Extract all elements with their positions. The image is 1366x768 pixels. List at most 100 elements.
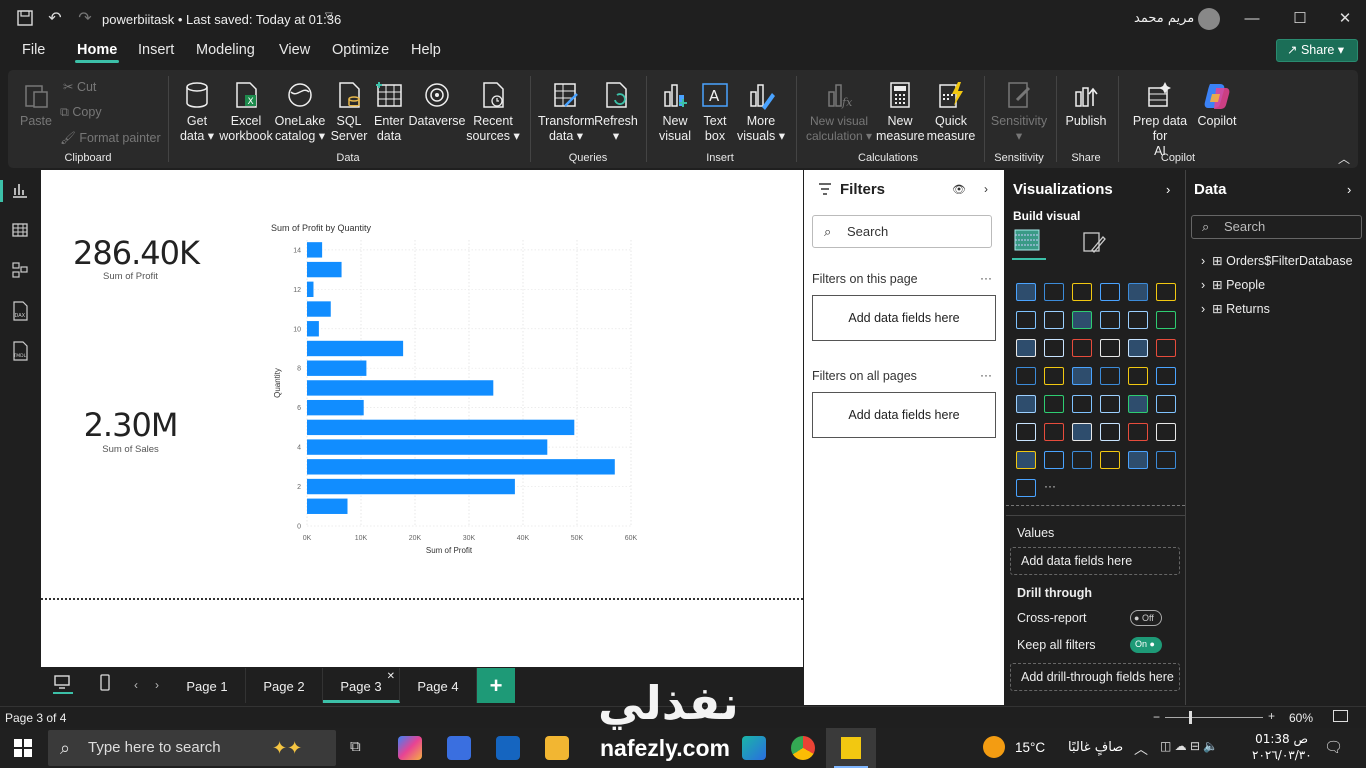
chevron-down-icon[interactable]: ▽ — [325, 11, 333, 22]
card-icon[interactable] — [1156, 367, 1176, 385]
menu-insert[interactable]: Insert — [138, 42, 174, 58]
r-visual-icon[interactable] — [1128, 395, 1148, 413]
excel-workbook-button[interactable]: X Excel workbook — [218, 80, 274, 144]
treemap-icon[interactable] — [1016, 367, 1036, 385]
tab-page-3[interactable]: Page 3 ✕ — [323, 668, 400, 703]
power-automate-icon[interactable] — [1016, 479, 1036, 497]
stacked-area-icon[interactable] — [1072, 311, 1092, 329]
new-visual-calculation-button[interactable]: fx New visual calculation ▾ — [802, 80, 876, 144]
add-page-button[interactable]: + — [477, 668, 515, 703]
page-filters-drop-zone[interactable]: Add data fields here — [812, 295, 996, 341]
collapse-ribbon-icon[interactable]: ︿ — [1338, 150, 1350, 167]
prep-data-for-ai-button[interactable]: Prep data for AI — [1124, 80, 1196, 159]
format-visual-tab[interactable] — [1080, 228, 1110, 258]
menu-file[interactable]: File — [22, 42, 45, 58]
chevron-up-icon[interactable]: ︿ — [1134, 739, 1148, 759]
collapse-filters-icon[interactable]: › — [984, 182, 988, 196]
refresh-button[interactable]: Refresh ▾ — [594, 80, 638, 144]
paste-button[interactable]: Paste — [18, 80, 54, 129]
powerbi-taskbar-button[interactable] — [826, 728, 876, 768]
collapse-viz-icon[interactable]: › — [1166, 182, 1170, 197]
copy-button[interactable]: ⧉ Copy — [60, 105, 102, 120]
prev-page-icon[interactable]: ‹ — [134, 678, 138, 692]
new-measure-button[interactable]: New measure — [876, 80, 925, 144]
minimize-icon[interactable]: — — [1237, 8, 1267, 30]
publish-button[interactable]: Publish — [1062, 80, 1110, 129]
clustered-column-icon[interactable] — [1100, 283, 1120, 301]
copilot-app-icon[interactable] — [398, 736, 422, 760]
menu-home[interactable]: Home — [74, 42, 120, 63]
window-title[interactable]: powerbiitask • Last saved: Today at 01:3… — [102, 12, 341, 27]
100-column-icon[interactable] — [1156, 283, 1176, 301]
zoom-slider[interactable] — [1165, 717, 1263, 718]
next-page-icon[interactable]: › — [155, 678, 159, 692]
ribbon-icon[interactable] — [1016, 339, 1036, 357]
build-visual-tab[interactable] — [1012, 226, 1046, 260]
table-icon[interactable] — [1072, 395, 1092, 413]
decomposition-tree-icon[interactable] — [1044, 423, 1064, 441]
stacked-column-icon[interactable] — [1044, 283, 1064, 301]
azure-map-icon[interactable] — [1100, 367, 1120, 385]
menu-optimize[interactable]: Optimize — [332, 42, 389, 58]
taskbar-search-input[interactable]: ⌕ Type here to search ✦✦ — [48, 730, 336, 766]
maximize-icon[interactable]: ☐ — [1285, 8, 1315, 30]
enter-data-button[interactable]: Enter data — [370, 80, 408, 144]
drill-through-drop-zone[interactable]: Add drill-through fields here — [1010, 663, 1180, 691]
new-visual-button[interactable]: New visual — [656, 80, 694, 144]
image-icon[interactable] — [1128, 451, 1148, 469]
desktop-layout-icon[interactable] — [53, 674, 73, 694]
redo-icon[interactable]: ↷ — [75, 9, 95, 29]
undo-icon[interactable]: ↶ — [45, 9, 65, 29]
more-options-icon[interactable]: ··· — [980, 271, 992, 285]
format-painter-button[interactable]: 🖌 Format painter — [60, 131, 161, 146]
chrome-app-icon[interactable] — [791, 736, 815, 760]
store-app-icon[interactable] — [447, 736, 471, 760]
report-view-icon[interactable] — [10, 181, 30, 201]
more-visuals-icon[interactable]: ··· — [1044, 479, 1056, 493]
matrix-icon[interactable] — [1100, 395, 1120, 413]
cross-report-toggle[interactable]: ● Off — [1130, 610, 1162, 626]
model-view-icon[interactable] — [10, 261, 30, 281]
funnel-icon[interactable] — [1072, 339, 1092, 357]
sensitivity-button[interactable]: Sensitivity ▾ — [990, 80, 1048, 144]
close-tab-icon[interactable]: ✕ — [387, 658, 395, 695]
table-item-people[interactable]: › ⊞ People — [1201, 277, 1265, 292]
more-options-icon[interactable]: ··· — [980, 368, 992, 382]
stacked-bar-icon[interactable] — [1016, 283, 1036, 301]
slicer-icon[interactable] — [1044, 395, 1064, 413]
text-box-button[interactable]: A Text box — [696, 80, 734, 144]
python-visual-icon[interactable] — [1156, 395, 1176, 413]
key-influencers-icon[interactable] — [1016, 423, 1036, 441]
dax-query-view-icon[interactable]: DAX — [10, 301, 30, 321]
keep-all-filters-toggle[interactable]: On ● — [1130, 637, 1162, 653]
file-explorer-icon[interactable] — [545, 736, 569, 760]
menu-modeling[interactable]: Modeling — [196, 42, 255, 58]
outlook-app-icon[interactable] — [496, 736, 520, 760]
button-icon[interactable] — [1156, 451, 1176, 469]
100-bar-icon[interactable] — [1128, 283, 1148, 301]
filled-map-icon[interactable] — [1072, 367, 1092, 385]
clustered-bar-icon[interactable] — [1072, 283, 1092, 301]
task-view-icon[interactable]: ⧉ — [350, 738, 361, 755]
windows-start-icon[interactable] — [14, 739, 32, 760]
textbox-icon[interactable] — [1100, 451, 1120, 469]
quick-measure-button[interactable]: Quick measure — [926, 80, 976, 144]
copilot-button[interactable]: Copilot — [1194, 80, 1240, 129]
cut-button[interactable]: ✂ Cut — [63, 79, 96, 94]
tab-page-4[interactable]: Page 4 — [400, 668, 477, 703]
kpi-icon[interactable] — [1016, 395, 1036, 413]
paginated-icon[interactable] — [1156, 423, 1176, 441]
zoom-out-icon[interactable]: − — [1153, 710, 1160, 724]
share-button[interactable]: ↗ Share ▾ — [1276, 39, 1358, 62]
recent-sources-button[interactable]: Recent sources ▾ — [466, 80, 520, 144]
get-data-button[interactable]: Get data ▾ — [176, 80, 218, 144]
line-column-icon[interactable] — [1128, 311, 1148, 329]
waterfall-icon[interactable] — [1044, 339, 1064, 357]
eye-icon[interactable]: 👁 — [952, 183, 966, 196]
fit-to-page-icon[interactable] — [1333, 710, 1348, 722]
values-drop-zone[interactable]: Add data fields here — [1010, 547, 1180, 575]
power-automate-icon[interactable] — [1044, 451, 1064, 469]
table-item-orders[interactable]: › ⊞ Orders$FilterDatabase — [1201, 253, 1353, 268]
zoom-in-icon[interactable]: + — [1268, 709, 1275, 723]
profit-by-quantity-bar-chart[interactable]: Sum of Profit by Quantity 0K 10K 20K 30K 40K 5… — [271, 220, 651, 560]
